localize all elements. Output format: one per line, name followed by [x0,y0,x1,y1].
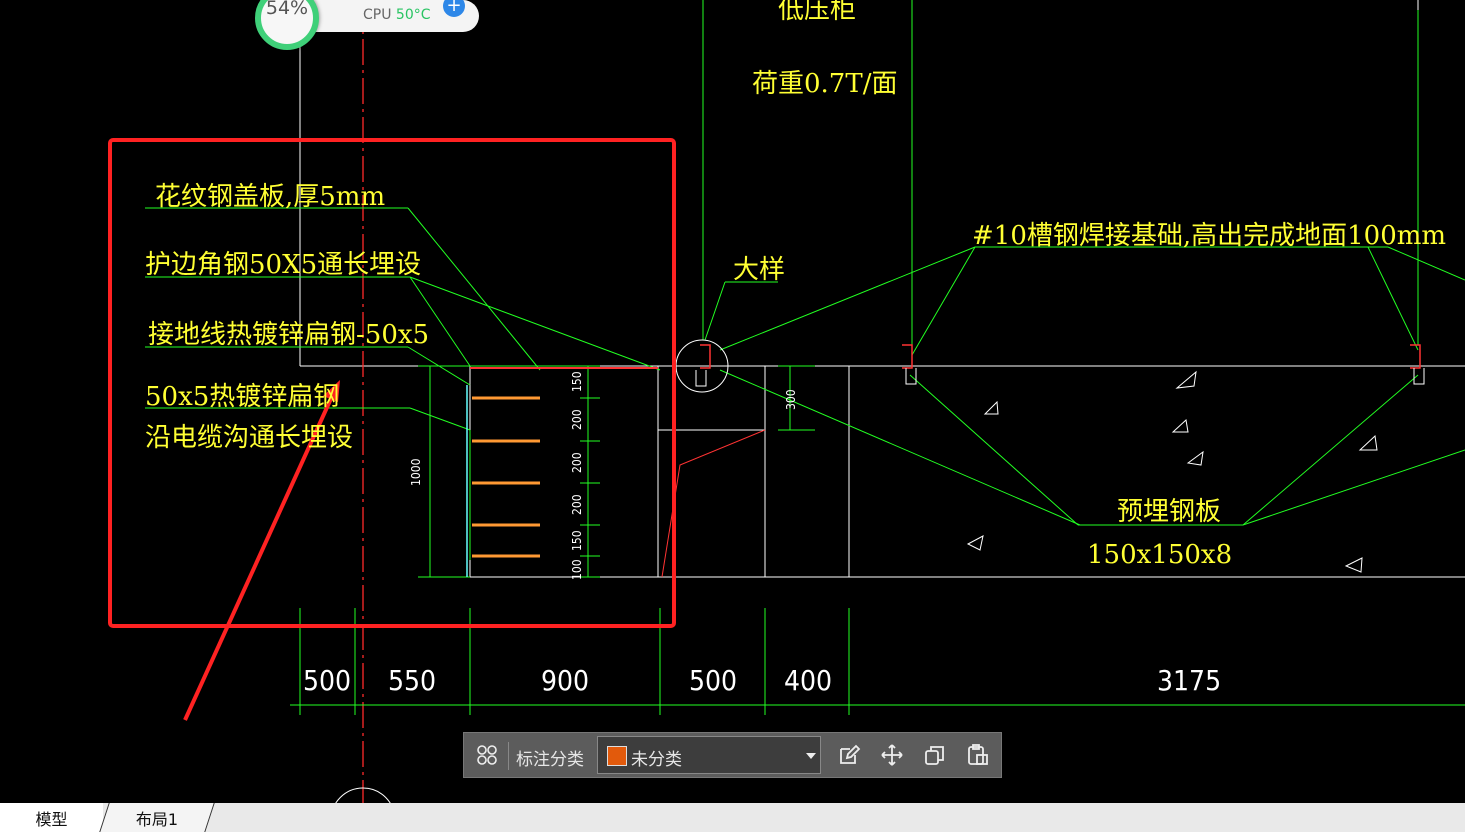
cover-plate-label: 花纹钢盖板,厚5mm [155,182,385,212]
embed-plate-size: 150x150x8 [1087,540,1232,570]
performance-widget[interactable]: 54% CPU 50°C + [255,0,480,50]
tab-model-label: 模型 [35,809,68,829]
channel-steel-label: #10槽钢焊接基础,高出完成地面100mm [972,221,1446,251]
detail-label: 大样 [733,255,785,285]
vdim-1: 150 [570,371,584,392]
hdim-5: 400 [784,664,832,697]
load-label: 荷重0.7T/面 [752,69,897,99]
trench-embed-label: 沿电缆沟通长埋设 [145,423,353,453]
cpu-temp-readout: CPU 50°C [363,7,431,23]
tab-layout1-label: 布局1 [135,809,179,829]
channel-steel-white [695,368,1425,387]
vdim-2: 200 [570,409,584,430]
toolbar-divider [508,742,509,770]
cad-drawing-canvas[interactable]: 低压柜 荷重0.7T/面 花纹钢盖板,厚5mm 护边角钢50X5通长埋设 接地线… [0,0,1465,832]
cpu-temp: 50°C [395,7,431,23]
paste-icon[interactable] [963,740,993,770]
hdim-2: 550 [388,664,436,697]
trench-edge-red [661,429,766,578]
vdim-6: 100 [570,559,584,580]
hdim-3: 900 [541,664,589,697]
embed-plate-label: 预埋钢板 [1117,497,1221,527]
cabinet-label: 低压柜 [778,0,856,25]
annotation-toolbar: 标注分类 未分类 [463,732,1002,778]
copy-icon[interactable] [920,740,950,770]
hdim-6: 3175 [1157,664,1221,697]
channel-steel-marks [700,344,1421,369]
cable-tray-supports [472,396,540,558]
cpu-label: CPU [363,7,392,23]
move-icon[interactable] [877,740,907,770]
flat-steel-label: 50x5热镀锌扁钢 [145,382,339,412]
tab-model[interactable]: 模型 [0,803,103,832]
category-value: 未分类 [631,750,682,770]
load-percent: 54% [265,0,309,19]
category-color-swatch [607,746,627,766]
vdim-4: 200 [570,494,584,515]
hdim-1: 500 [303,664,351,697]
category-label: 标注分类 [516,750,584,770]
edge-angle-label: 护边角钢50X5通长埋设 [145,250,421,280]
edit-icon[interactable] [834,740,864,770]
category-select[interactable]: 未分类 [597,736,821,774]
vdim-5: 150 [570,530,584,551]
layout-tabbar: 模型 布局1 [0,803,1465,832]
ground-wire-label: 接地线热镀锌扁钢-50x5 [148,320,429,350]
tab-layout1[interactable]: 布局1 [99,803,215,832]
chevron-down-icon [806,753,816,759]
vdim-3: 200 [570,452,584,473]
trench-depth-dim: 1000 [409,458,423,486]
hdim-4: 500 [689,664,737,697]
leader-lines [145,0,1465,715]
step-height-dim: 300 [784,389,798,410]
grid-icon[interactable] [472,740,502,770]
